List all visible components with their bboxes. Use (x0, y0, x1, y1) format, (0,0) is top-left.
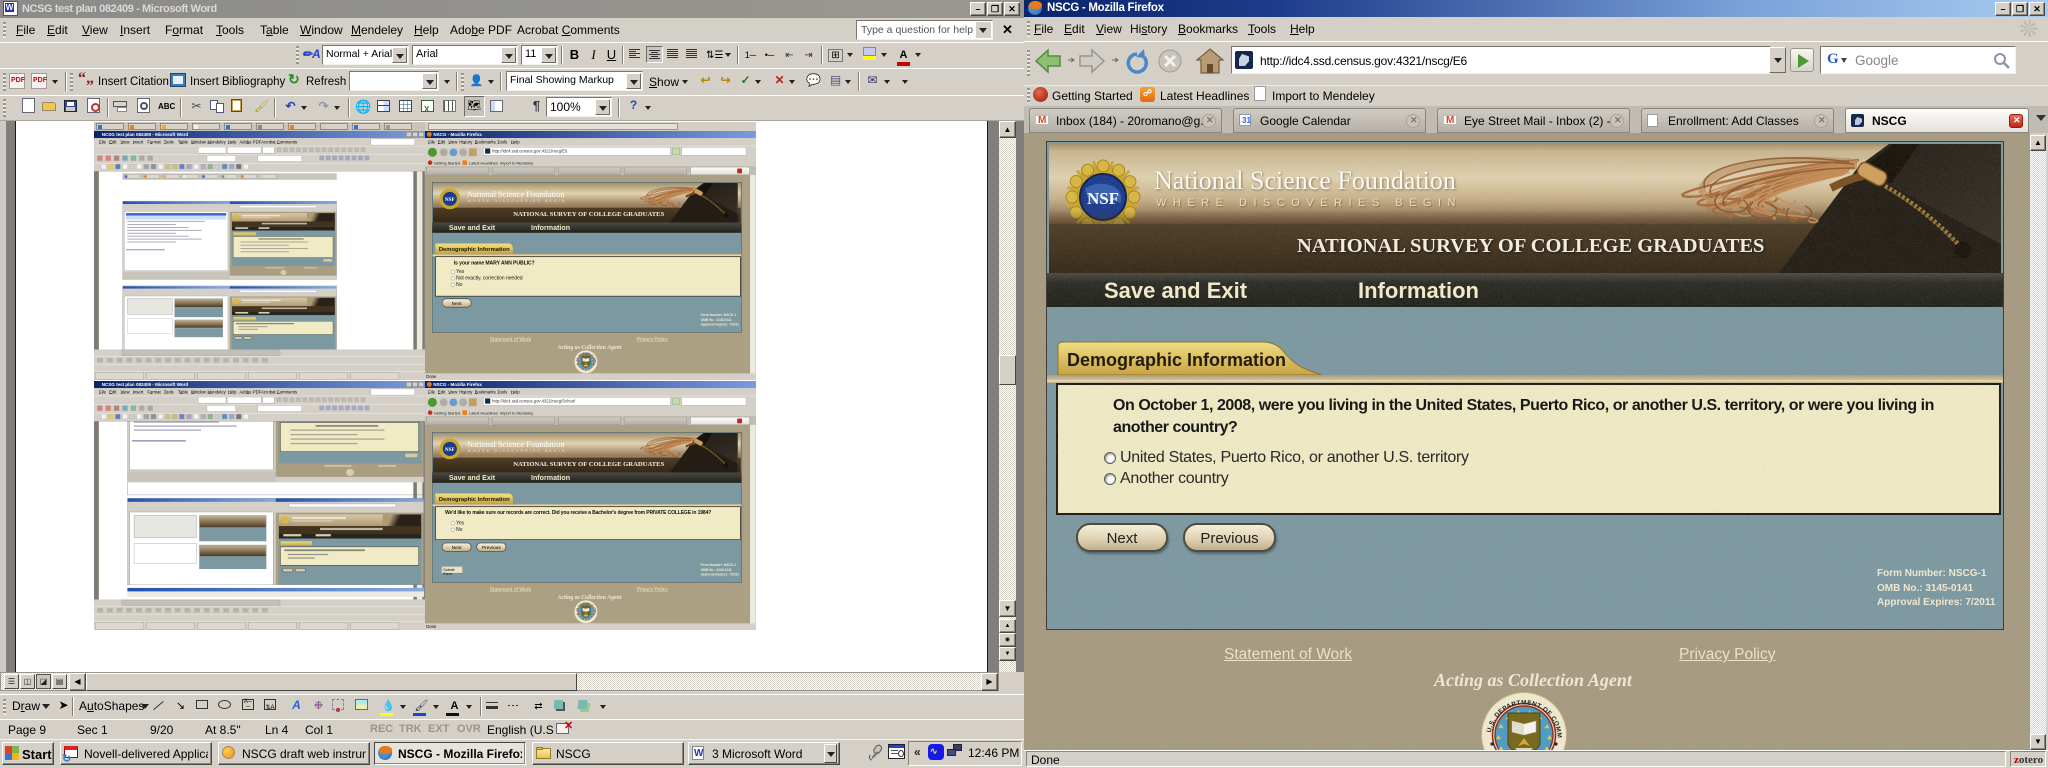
svg-text:NSF: NSF (445, 197, 455, 203)
svg-text:NSF: NSF (1087, 189, 1119, 208)
svg-text:NSF: NSF (445, 447, 455, 453)
